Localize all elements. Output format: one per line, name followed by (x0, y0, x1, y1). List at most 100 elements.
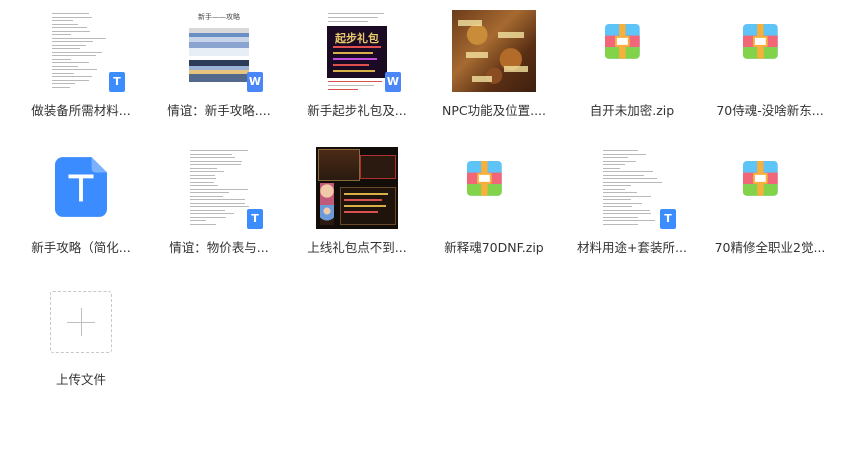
preview-text-line (603, 171, 653, 172)
word-file-icon: W (247, 72, 263, 92)
preview-text-line (603, 199, 631, 200)
preview-text-line (603, 223, 638, 225)
zip-archive-icon (743, 161, 778, 196)
preview-text-line (52, 48, 80, 49)
preview-text-line (190, 202, 245, 204)
preview-text-line (52, 13, 89, 14)
preview-text-line (603, 167, 620, 169)
preview-text-line (52, 20, 73, 21)
preview-text-line (603, 209, 650, 211)
preview-text-line (603, 181, 662, 183)
zip-archive-icon (605, 24, 640, 59)
preview-text-line (190, 188, 248, 190)
file-name: 70侍魂-没啥新东... (716, 103, 824, 118)
file-name: 材料用途+套装所... (577, 240, 687, 255)
file-name: 新释魂70DNF.zip (444, 240, 544, 255)
file-name: 70精修全职业2觉... (714, 240, 826, 255)
file-tile[interactable]: 新手——攻略 W 情谊：新手攻略.... (155, 0, 283, 120)
preview-text-line (190, 199, 245, 200)
preview-text-line (52, 41, 93, 42)
file-tile[interactable]: T 材料用途+套装所... (568, 137, 696, 257)
upload-tile[interactable]: 上传文件 (17, 283, 145, 403)
preview-text-line (603, 185, 631, 186)
preview-text-line (603, 220, 655, 221)
file-name: 上线礼包点不到... (307, 240, 407, 255)
file-grid: T 做装备所需材料... 新手——攻略 W 情谊：新手攻略.... 起步礼包 W… (0, 0, 855, 453)
file-tile[interactable]: 自开未加密.zip (568, 0, 696, 120)
file-tile[interactable]: NPC功能及位置.... (430, 0, 558, 120)
file-tile[interactable]: 70侍魂-没啥新东... (706, 0, 834, 120)
preview-text-line (190, 185, 218, 186)
game-screenshot-preview (316, 147, 398, 229)
preview-screenshot (189, 28, 249, 56)
file-name: NPC功能及位置.... (441, 103, 546, 118)
preview-text-line (603, 160, 636, 162)
preview-text-line (190, 164, 241, 165)
preview-text-line (52, 76, 92, 77)
preview-text-line (52, 62, 89, 63)
preview-text-line (190, 153, 232, 155)
preview-text-line (52, 86, 70, 88)
word-file-icon: W (385, 72, 401, 92)
zip-archive-icon (743, 24, 778, 59)
file-name: 做装备所需材料... (31, 103, 131, 118)
preview-text-line (190, 181, 214, 183)
preview-text-line (190, 174, 215, 176)
zip-archive-icon (467, 161, 502, 196)
file-tile[interactable]: 新释魂70DNF.zip (430, 137, 558, 257)
preview-text-line (52, 34, 71, 35)
preview-text-line (190, 171, 224, 172)
preview-text-line (603, 206, 632, 207)
text-file-icon (55, 157, 107, 217)
preview-text-line (52, 65, 78, 67)
preview-text-line (190, 195, 223, 197)
preview-text-line (603, 202, 642, 204)
document-preview (48, 10, 114, 92)
preview-text-line (190, 209, 225, 211)
file-tile[interactable]: 70精修全职业2觉... (706, 137, 834, 257)
preview-text-line (52, 51, 102, 53)
file-tile[interactable]: T 情谊：物价表与... (155, 137, 283, 257)
document-preview: 起步礼包 (324, 10, 390, 92)
text-file-icon: T (247, 209, 263, 229)
preview-text-line (190, 206, 249, 207)
preview-text-line (190, 192, 229, 193)
preview-text-line (52, 72, 74, 74)
preview-artwork: 起步礼包 (327, 26, 387, 78)
preview-text-line (603, 164, 625, 165)
file-name: 自开未加密.zip (589, 103, 675, 118)
preview-title: 起步礼包 (335, 32, 379, 45)
plus-icon (81, 308, 82, 336)
preview-text-line (52, 37, 106, 39)
preview-text-line (603, 178, 657, 179)
preview-text-line (52, 44, 86, 46)
preview-text-line (52, 30, 90, 32)
preview-screenshot (189, 60, 249, 82)
document-preview (186, 147, 252, 229)
preview-text-line (52, 83, 75, 84)
text-file-icon: T (660, 209, 676, 229)
file-tile[interactable]: 起步礼包 W 新手起步礼包及... (293, 0, 421, 120)
preview-text-line (52, 55, 96, 56)
preview-text-line (603, 150, 638, 151)
preview-text-line (52, 69, 97, 70)
upload-button[interactable] (50, 291, 112, 353)
text-file-icon: T (109, 72, 125, 92)
preview-text-line (52, 16, 92, 18)
preview-text-line (603, 213, 651, 214)
file-tile[interactable]: 上线礼包点不到... (293, 137, 421, 257)
preview-text-line (52, 58, 71, 60)
file-tile[interactable]: T 做装备所需材料... (17, 0, 145, 120)
preview-text-line (603, 174, 644, 176)
preview-text-line (603, 153, 646, 155)
preview-text-line (190, 150, 248, 151)
file-name: 情谊：新手攻略.... (167, 103, 271, 118)
file-tile[interactable]: 新手攻略（简化... (17, 137, 145, 257)
preview-text-line (603, 192, 637, 193)
preview-text-line (190, 223, 216, 225)
preview-text-line (603, 188, 625, 190)
file-name: 情谊：物价表与... (169, 240, 269, 255)
upload-label: 上传文件 (55, 372, 106, 387)
preview-text-line (190, 216, 226, 218)
file-name: 新手攻略（简化... (31, 240, 131, 255)
